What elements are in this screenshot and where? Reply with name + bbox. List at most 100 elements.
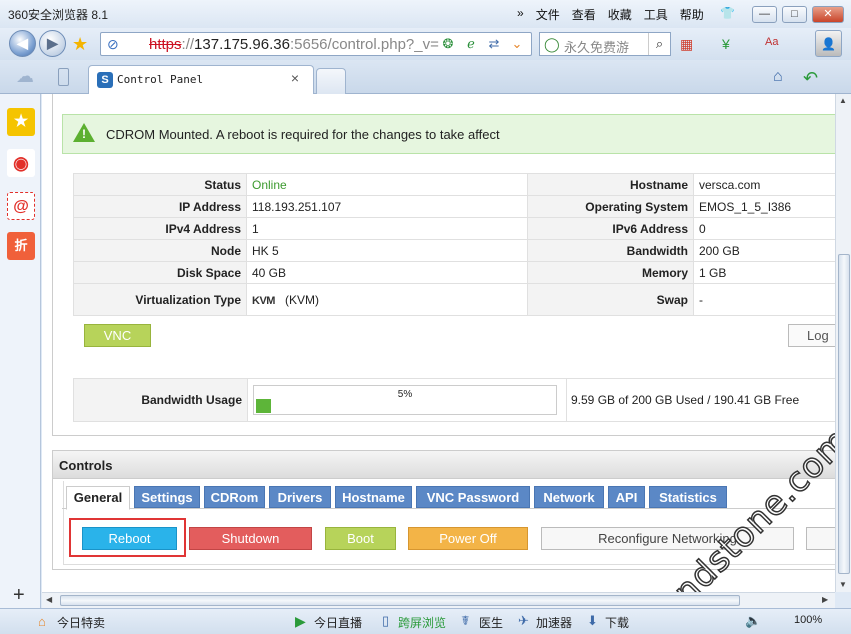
cross-screen-icon[interactable]: ▯ [382,613,389,629]
table-row: Status Online Hostname versca.com [73,173,835,196]
address-url[interactable]: https://137.175.96.36:5656/control.php?_… [149,36,439,53]
apps-grid-icon[interactable]: ▦ [680,36,693,53]
cloud-icon[interactable]: ☁ [16,67,36,85]
mail-icon[interactable]: @ [7,192,35,220]
status-item-cross-screen[interactable]: 跨屏浏览 [398,614,446,631]
favorite-star-icon[interactable]: ★ [72,34,88,55]
scroll-right-icon[interactable]: ▶ [822,595,828,604]
menu-help[interactable]: 帮助 [680,6,704,23]
add-sidebar-icon[interactable]: + [13,584,25,607]
info-value: 0 [693,217,835,240]
more-action-button[interactable] [806,527,835,550]
virtualization-value: KVM (KVM) [246,283,528,316]
tab-api[interactable]: API [608,486,645,508]
power-off-button[interactable]: Power Off [408,527,528,550]
scroll-down-icon[interactable]: ▼ [839,580,847,589]
speed-mode-icon[interactable]: ❂ [438,35,458,53]
tab-cdrom[interactable]: CDRom [204,486,265,508]
speaker-icon[interactable]: 🔈 [745,613,761,629]
info-label: Hostname [527,173,694,196]
search-go-button[interactable]: ⌕ [648,33,670,55]
info-value: versca.com [693,173,835,196]
boot-button[interactable]: Boot [325,527,396,550]
maximize-button[interactable]: □ [782,6,807,23]
info-label: IPv6 Address [527,217,694,240]
info-label: Swap [527,283,694,316]
status-item-accelerator[interactable]: 加速器 [536,614,572,631]
table-row: Virtualization Type KVM (KVM) Swap - [73,283,835,316]
shutdown-button[interactable]: Shutdown [189,527,312,550]
forward-button[interactable]: ▶ [39,30,66,57]
status-item-doctor[interactable]: 医生 [479,614,503,631]
weibo-icon[interactable]: ◉ [7,149,35,177]
status-item-download[interactable]: 下载 [605,614,629,631]
scroll-up-icon[interactable]: ▲ [839,96,847,105]
bandwidth-percent: 5% [397,389,413,400]
translate-icon[interactable]: Aa [765,36,778,48]
doctor-icon[interactable]: ☤ [461,613,470,629]
live-icon[interactable]: ▶ [295,613,306,630]
alert-text: CDROM Mounted. A reboot is required for … [106,127,500,142]
close-window-button[interactable]: ✕ [812,6,844,23]
divider [566,379,567,421]
wallet-icon[interactable]: ¥ [722,36,730,52]
search-engine-icon[interactable]: ◯ [544,36,560,53]
horizontal-scroll-thumb[interactable] [60,595,740,606]
compat-mode-icon[interactable]: ℯ [461,35,481,53]
menu-tools[interactable]: 工具 [644,6,668,23]
app-title: 360安全浏览器 8.1 [8,8,109,22]
home-icon[interactable]: ⌂ [773,68,783,86]
controls-title: Controls [59,458,113,473]
menu-file[interactable]: 文件 [536,6,560,23]
back-button[interactable]: ◀ [9,30,36,57]
sale-icon[interactable]: ⌂ [38,614,46,629]
tab-close-icon[interactable]: × [291,70,299,86]
info-value: 118.193.251.107 [246,195,528,218]
horizontal-scrollbar[interactable]: ◀ ▶ [42,592,835,608]
table-row: IPv4 Address 1 IPv6 Address 0 [73,217,835,240]
accelerator-icon[interactable]: ✈ [518,613,529,629]
vertical-scrollbar[interactable]: ▲ ▼ [835,94,851,592]
tab-statistics[interactable]: Statistics [649,486,727,508]
search-box[interactable]: ◯ 永久免费游 ⌕ [539,32,671,56]
controls-header: Controls [53,451,835,479]
search-input[interactable]: 永久免费游 [564,37,629,56]
phone-icon[interactable] [58,68,69,86]
download-icon[interactable]: ⬇ [587,613,598,629]
menu-more[interactable]: » [517,6,524,23]
undo-arrow-icon[interactable]: ↶ [803,68,818,89]
new-tab-button[interactable] [316,68,346,94]
tab-settings[interactable]: Settings [134,486,200,508]
table-row: Node HK 5 Bandwidth 200 GB [73,239,835,262]
vertical-scroll-thumb[interactable] [838,254,850,574]
tab-vnc-password[interactable]: VNC Password [416,486,530,508]
tab-control-panel[interactable]: S Control Panel × [88,65,314,94]
info-label: Virtualization Type [73,283,247,316]
left-sidebar: ★ ◉ @ 折 + [0,94,41,608]
table-row: Disk Space 40 GB Memory 1 GB [73,261,835,284]
tab-hostname[interactable]: Hostname [335,486,412,508]
address-bar[interactable]: ⊘ https://137.175.96.36:5656/control.php… [100,32,532,56]
vnc-button[interactable]: VNC [84,324,151,347]
menu-favorites[interactable]: 收藏 [608,6,632,23]
log-button[interactable]: Log [788,324,835,347]
favorites-star-icon[interactable]: ★ [7,108,35,136]
menu-view[interactable]: 查看 [572,6,596,23]
security-warning-icon[interactable]: ⊘ [107,36,119,53]
status-item-live[interactable]: 今日直播 [314,614,362,631]
status-value: Online [246,173,528,196]
user-avatar[interactable]: 👤 [815,30,842,57]
shirt-icon[interactable]: 👕 [720,6,735,20]
tab-general[interactable]: General [66,486,130,510]
reboot-button[interactable]: Reboot [82,527,177,550]
zoom-level[interactable]: 100% [794,614,822,626]
discount-icon[interactable]: 折 [7,232,35,260]
tab-network[interactable]: Network [534,486,604,508]
status-item-sale[interactable]: 今日特卖 [57,614,105,631]
scroll-left-icon[interactable]: ◀ [46,595,52,604]
tab-drivers[interactable]: Drivers [269,486,331,508]
refresh-icon[interactable]: ⇄ [484,35,504,53]
bandwidth-progress-bar: 5% [253,385,557,415]
dropdown-chevron-icon[interactable]: ⌄ [507,35,527,53]
minimize-button[interactable]: — [752,6,777,23]
